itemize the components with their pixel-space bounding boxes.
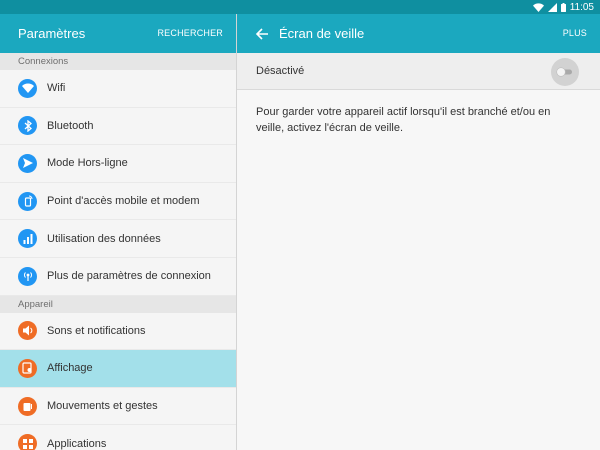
gesture-icon: [18, 396, 37, 416]
screensaver-description: Pour garder votre appareil actif lorsqu'…: [256, 106, 551, 134]
hotspot-icon: [18, 191, 37, 211]
settings-title: Paramètres: [18, 26, 86, 41]
status-bar: 11:05: [0, 0, 600, 14]
connection-icon: [18, 266, 37, 286]
sidebar-item-bluetooth[interactable]: Bluetooth: [0, 108, 236, 146]
detail-app-bar: Écran de veille PLUS: [237, 14, 600, 53]
apps-icon: [18, 434, 37, 450]
sidebar-item-sounds[interactable]: Sons et notifications: [0, 313, 236, 351]
wifi-icon: [532, 2, 544, 12]
clock: 11:05: [569, 1, 594, 13]
sidebar-item-data-usage[interactable]: Utilisation des données: [0, 220, 236, 258]
sidebar-item-label: Utilisation des données: [47, 232, 161, 245]
sidebar-item-label: Mode Hors-ligne: [47, 157, 128, 170]
data-usage-icon: [18, 229, 37, 249]
speaker-icon: [18, 321, 37, 341]
sidebar-item-more-connections[interactable]: Plus de paramètres de connexion: [0, 258, 236, 296]
bluetooth-icon: [18, 116, 37, 136]
sidebar-item-hotspot[interactable]: Point d'accès mobile et modem: [0, 183, 236, 221]
section-header-appareil: Appareil: [0, 295, 236, 313]
airplane-icon: [18, 153, 37, 173]
screensaver-switch[interactable]: [550, 57, 580, 87]
wifi-icon: [18, 78, 37, 98]
screensaver-toggle-row[interactable]: Désactivé: [237, 53, 600, 90]
sidebar-item-wifi[interactable]: Wifi: [0, 70, 236, 108]
sidebar-item-gestures[interactable]: Mouvements et gestes: [0, 388, 236, 426]
sidebar-item-label: Affichage: [47, 362, 93, 375]
sidebar-item-display[interactable]: Affichage: [0, 350, 236, 388]
sidebar-item-label: Sons et notifications: [47, 324, 146, 337]
sidebar-item-label: Mouvements et gestes: [47, 400, 158, 413]
page-title: Écran de veille: [279, 26, 365, 41]
sidebar-item-label: Plus de paramètres de connexion: [47, 270, 211, 283]
display-icon: [18, 358, 37, 378]
status-icons: 11:05: [532, 0, 594, 14]
sidebar-item-label: Applications: [47, 437, 107, 450]
section-header-connexions: Connexions: [0, 53, 236, 70]
battery-icon: [560, 2, 566, 12]
sidebar-item-airplane-mode[interactable]: Mode Hors-ligne: [0, 145, 236, 183]
settings-list: Connexions Wifi Bluetooth Mode Hors-lign…: [0, 53, 236, 450]
sidebar-item-applications[interactable]: Applications: [0, 425, 236, 450]
more-button[interactable]: PLUS: [563, 14, 587, 53]
screensaver-panel: Désactivé Pour garder votre appareil act…: [237, 53, 600, 450]
sidebar-item-label: Wifi: [47, 82, 66, 95]
sidebar-item-label: Point d'accès mobile et modem: [47, 195, 200, 208]
signal-icon: [547, 2, 557, 12]
settings-app-bar: Paramètres RECHERCHER: [0, 14, 236, 53]
search-button[interactable]: RECHERCHER: [157, 14, 223, 53]
toggle-state-label: Désactivé: [256, 65, 305, 77]
sidebar-item-label: Bluetooth: [47, 119, 94, 132]
back-arrow-icon[interactable]: [255, 27, 269, 41]
